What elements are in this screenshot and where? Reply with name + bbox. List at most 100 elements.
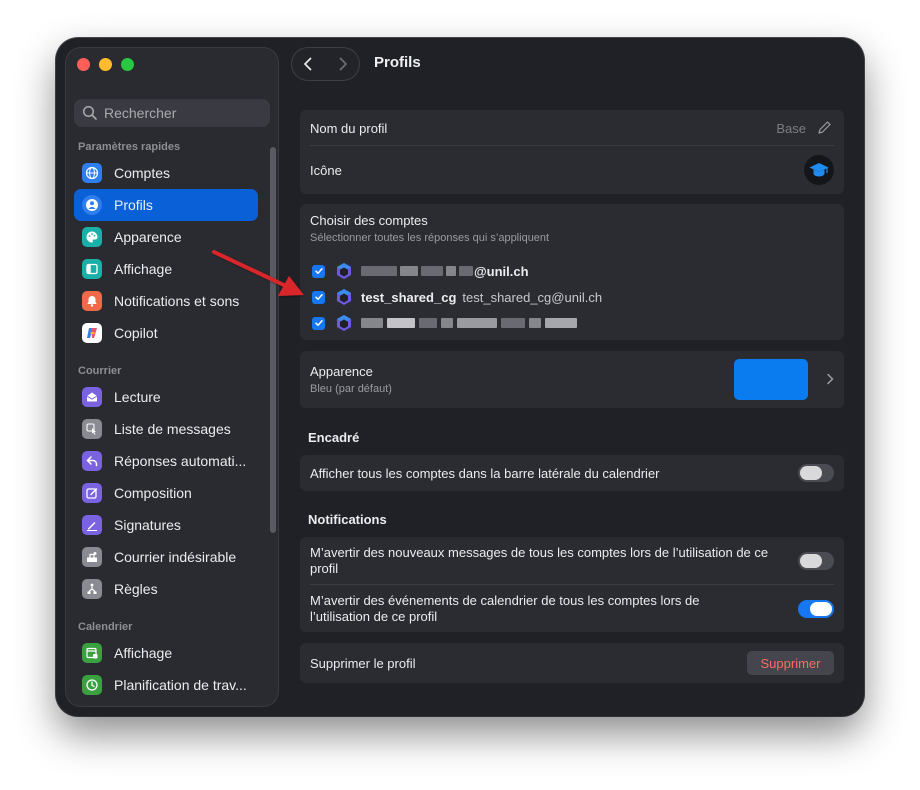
window-controls bbox=[77, 58, 134, 71]
profile-name-label: Nom du profil bbox=[310, 121, 388, 136]
delete-profile-label: Supprimer le profil bbox=[310, 656, 416, 671]
sidebar-item-comptes[interactable]: Comptes bbox=[74, 157, 258, 189]
sidebar-item-copilot[interactable]: Copilot bbox=[74, 317, 258, 349]
checkmark-icon bbox=[314, 320, 323, 326]
navigation-buttons bbox=[291, 47, 360, 81]
encadre-card: Afficher tous les comptes dans la barre … bbox=[300, 455, 844, 491]
settings-window: Paramètres rapides Comptes Profils Appar… bbox=[56, 38, 864, 716]
sidebar-item-label: Composition bbox=[114, 485, 192, 501]
color-swatch[interactable] bbox=[734, 359, 808, 400]
sidebar-item-calendrier-affichage[interactable]: Affichage bbox=[74, 637, 258, 669]
sidebar-item-label: Réponses automati... bbox=[114, 453, 247, 469]
minimize-window-button[interactable] bbox=[99, 58, 112, 71]
accounts-title: Choisir des comptes bbox=[310, 213, 428, 228]
sidebar-item-profils[interactable]: Profils bbox=[74, 189, 258, 221]
sidebar-item-label: Courrier indésirable bbox=[114, 549, 237, 565]
chevron-left-icon bbox=[304, 57, 312, 71]
exchange-account-icon bbox=[337, 263, 351, 279]
appearance-subtitle: Bleu (par défaut) bbox=[310, 383, 392, 395]
sidebar-item-label: Profils bbox=[114, 197, 153, 213]
notifications-card: M’avertir des nouveaux messages de tous … bbox=[300, 537, 844, 632]
profile-icon-picker[interactable] bbox=[804, 155, 834, 185]
appearance-card[interactable]: Apparence Bleu (par défaut) bbox=[300, 351, 844, 408]
section-label-calendrier: Calendrier bbox=[78, 621, 133, 633]
chevron-right-icon[interactable] bbox=[826, 373, 834, 385]
sidebar-item-liste-messages[interactable]: Liste de messages bbox=[74, 413, 258, 445]
search-box[interactable] bbox=[74, 99, 270, 127]
sidebar-item-composition[interactable]: Composition bbox=[74, 477, 258, 509]
profile-icon-label: Icône bbox=[310, 163, 342, 178]
clock-icon bbox=[82, 675, 102, 695]
exchange-account-icon bbox=[337, 315, 351, 331]
show-all-accounts-toggle[interactable] bbox=[798, 464, 834, 482]
sidebar-item-planification[interactable]: Planification de trav... bbox=[74, 669, 258, 701]
section-label-courrier: Courrier bbox=[78, 365, 122, 377]
new-messages-toggle[interactable] bbox=[798, 552, 834, 570]
layout-icon bbox=[82, 259, 102, 279]
sidebar-item-label: Lecture bbox=[114, 389, 161, 405]
reply-icon bbox=[82, 451, 102, 471]
accounts-subtitle: Sélectionner toutes les réponses qui s’a… bbox=[310, 232, 550, 244]
account-checkbox[interactable] bbox=[312, 290, 325, 304]
profile-card: Nom du profil Base Icône bbox=[300, 110, 844, 194]
sidebar-scrollbar[interactable] bbox=[270, 147, 276, 533]
delete-card: Supprimer le profil Supprimer bbox=[300, 643, 844, 683]
account-email: test_shared_cg@unil.ch bbox=[462, 289, 603, 305]
search-input[interactable] bbox=[104, 105, 264, 121]
sidebar-item-label: Comptes bbox=[114, 165, 171, 181]
encadre-heading: Encadré bbox=[308, 430, 360, 445]
sidebar-item-regles[interactable]: Règles bbox=[74, 573, 258, 605]
page-title: Profils bbox=[374, 54, 421, 71]
account-redacted bbox=[361, 318, 577, 328]
notifications-heading: Notifications bbox=[308, 512, 387, 527]
graduation-cap-icon bbox=[809, 163, 829, 177]
sidebar-item-lecture[interactable]: Lecture bbox=[74, 381, 258, 413]
section-label-quick-settings: Paramètres rapides bbox=[78, 141, 181, 153]
rules-icon bbox=[82, 579, 102, 599]
account-email-suffix: @unil.ch bbox=[474, 263, 529, 279]
calendar-events-label: M’avertir des événements de calendrier d… bbox=[310, 593, 700, 624]
palette-icon bbox=[82, 227, 102, 247]
account-row[interactable]: @unil.ch bbox=[312, 261, 529, 281]
exchange-account-icon bbox=[337, 289, 351, 305]
calendar-events-toggle[interactable] bbox=[798, 600, 834, 618]
delete-profile-button[interactable]: Supprimer bbox=[747, 651, 834, 675]
zoom-window-button[interactable] bbox=[121, 58, 134, 71]
account-row[interactable] bbox=[312, 313, 577, 333]
sidebar-item-label: Liste de messages bbox=[114, 421, 231, 437]
account-checkbox[interactable] bbox=[312, 316, 325, 330]
signature-icon bbox=[82, 515, 102, 535]
account-row[interactable]: test_shared_cg test_shared_cg@unil.ch bbox=[312, 287, 602, 307]
checkmark-icon bbox=[314, 268, 323, 274]
envelope-open-icon bbox=[82, 387, 102, 407]
junk-icon bbox=[82, 547, 102, 567]
sidebar-item-label: Copilot bbox=[114, 325, 158, 341]
show-all-accounts-label: Afficher tous les comptes dans la barre … bbox=[310, 466, 660, 481]
annotation-arrow-icon bbox=[212, 250, 304, 296]
calendar-icon bbox=[82, 643, 102, 663]
accounts-card: Choisir des comptes Sélectionner toutes … bbox=[300, 204, 844, 340]
search-icon bbox=[82, 105, 97, 120]
compose-icon bbox=[82, 483, 102, 503]
account-email-redacted bbox=[361, 266, 473, 276]
new-messages-label: M’avertir des nouveaux messages de tous … bbox=[310, 545, 769, 576]
close-window-button[interactable] bbox=[77, 58, 90, 71]
sidebar-item-reponses-auto[interactable]: Réponses automati... bbox=[74, 445, 258, 477]
sidebar-item-label: Planification de trav... bbox=[114, 677, 247, 693]
pencil-icon[interactable] bbox=[816, 120, 832, 136]
appearance-title: Apparence bbox=[310, 364, 373, 379]
bell-icon bbox=[82, 291, 102, 311]
account-checkbox[interactable] bbox=[312, 264, 325, 278]
checkmark-icon bbox=[314, 294, 323, 300]
account-name: test_shared_cg bbox=[361, 289, 457, 305]
sidebar-item-label: Affichage bbox=[114, 645, 173, 661]
globe-icon bbox=[82, 163, 102, 183]
forward-button[interactable] bbox=[329, 50, 357, 78]
sidebar-item-label: Règles bbox=[114, 581, 158, 597]
divider bbox=[310, 584, 834, 585]
profile-name-value[interactable]: Base bbox=[776, 121, 806, 136]
sidebar-item-courrier-indesirable[interactable]: Courrier indésirable bbox=[74, 541, 258, 573]
sidebar-item-label: Apparence bbox=[114, 229, 182, 245]
sidebar-item-signatures[interactable]: Signatures bbox=[74, 509, 258, 541]
back-button[interactable] bbox=[294, 50, 322, 78]
